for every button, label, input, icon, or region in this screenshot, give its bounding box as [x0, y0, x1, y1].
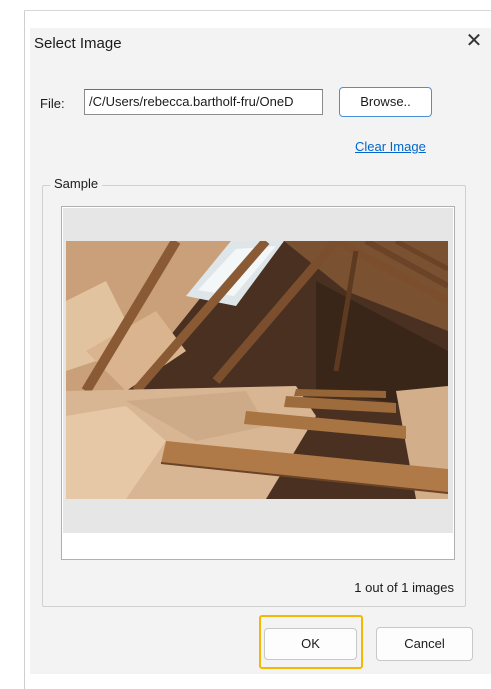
- browse-button[interactable]: Browse..: [339, 87, 432, 117]
- clear-image-link[interactable]: Clear Image: [355, 139, 426, 154]
- image-count: 1 out of 1 images: [354, 580, 454, 595]
- ok-button[interactable]: OK: [264, 628, 357, 660]
- window-frame-top: [24, 10, 491, 11]
- file-path-input[interactable]: /C/Users/rebecca.bartholf-fru/OneD: [84, 89, 323, 115]
- dialog-title: Select Image: [34, 35, 122, 52]
- cancel-button[interactable]: Cancel: [376, 627, 473, 661]
- attic-insulation-photo: [66, 241, 448, 499]
- file-label: File:: [40, 96, 65, 111]
- close-icon[interactable]: ✕: [462, 28, 486, 54]
- window-frame-left: [24, 10, 25, 689]
- sample-group-label: Sample: [50, 176, 103, 191]
